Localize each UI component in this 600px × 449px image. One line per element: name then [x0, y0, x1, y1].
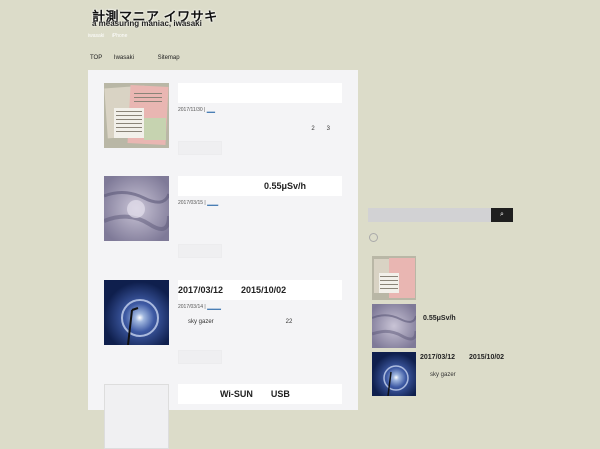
sidebar-recent-item[interactable]: 0.55μSv/h — [372, 304, 512, 348]
sidebar-thumbnail[interactable] — [372, 304, 416, 348]
sidebar-item-title[interactable]: 2017/03/12 2015/10/02 — [420, 352, 504, 362]
post-meta: 2017/03/15 | ____ — [178, 200, 219, 206]
post-excerpt: 2 3 — [311, 126, 330, 132]
sidebar-item-excerpt: sky gazer — [430, 372, 456, 378]
post-thumbnail[interactable] — [104, 384, 169, 449]
site-subtitle: a measuring maniac, iwasaki — [92, 19, 202, 28]
breadcrumb: iwasaki iPhone — [88, 33, 133, 39]
post-title[interactable]: Wi-SUN USB — [178, 384, 342, 404]
post-date: 2017/03/15 — [178, 200, 204, 206]
post-date: 2017/03/14 — [178, 304, 204, 310]
sidebar-recent-item[interactable] — [372, 256, 512, 300]
post-title[interactable]: 2017/03/12 2015/10/02 — [178, 280, 342, 300]
read-more-button[interactable] — [178, 141, 222, 155]
main-content: 2017/11/30 | ___ 2 3 0.55μSv/h 2017/03/1… — [88, 70, 358, 449]
post-thumbnail[interactable] — [104, 176, 169, 241]
post-title[interactable] — [178, 83, 342, 103]
breadcrumb-item[interactable]: iPhone — [112, 33, 128, 39]
post-date: 2017/11/30 — [178, 107, 203, 113]
sidebar-thumbnail[interactable] — [372, 352, 416, 396]
search-input[interactable] — [368, 208, 491, 222]
post-title[interactable]: 0.55μSv/h — [178, 176, 342, 196]
read-more-button[interactable] — [178, 350, 222, 364]
post-category-link[interactable]: _____ — [207, 304, 221, 310]
global-nav: TOP Iwasaki Sitemap — [90, 55, 202, 61]
sidebar-recent-item[interactable]: 2017/03/12 2015/10/02 sky gazer — [372, 352, 512, 396]
rss-icon[interactable] — [369, 233, 378, 242]
post-thumbnail[interactable] — [104, 83, 169, 148]
nav-item-iwasaki[interactable]: Iwasaki — [114, 55, 134, 61]
post-thumbnail[interactable] — [104, 280, 169, 345]
post-category-link[interactable]: ____ — [207, 200, 218, 206]
nav-item-sitemap[interactable]: Sitemap — [158, 55, 180, 61]
post-meta: 2017/11/30 | ___ — [178, 107, 216, 113]
breadcrumb-item[interactable]: iwasaki — [88, 33, 104, 39]
sidebar-thumbnail[interactable] — [372, 256, 416, 300]
post-excerpt: sky gazer 22 — [188, 319, 293, 325]
sidebar-item-title[interactable]: 0.55μSv/h — [423, 315, 456, 322]
post-meta: 2017/03/14 | _____ — [178, 304, 222, 310]
nav-item-top[interactable]: TOP — [90, 55, 102, 61]
post-category-link[interactable]: ___ — [207, 107, 215, 113]
search-icon[interactable]: ⌕ — [491, 208, 513, 222]
read-more-button[interactable] — [178, 244, 222, 258]
